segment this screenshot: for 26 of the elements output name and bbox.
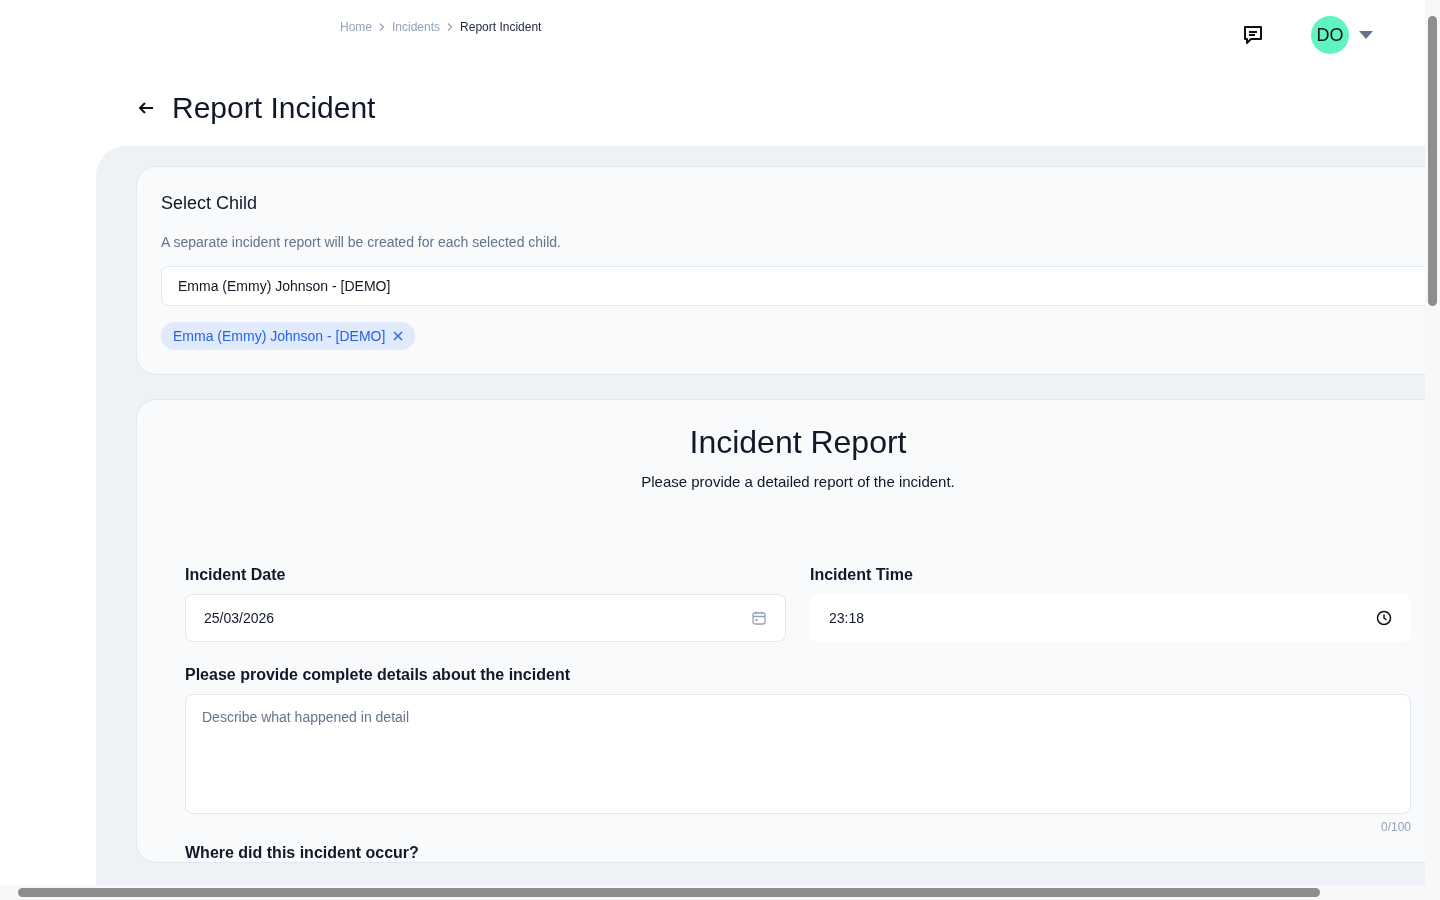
user-avatar[interactable]: DO (1311, 16, 1349, 54)
child-select-field[interactable]: Emma (Emmy) Johnson - [DEMO] (161, 266, 1425, 306)
details-textarea[interactable]: Describe what happened in detail (185, 694, 1411, 814)
section-hint: A separate incident report will be created for each selected child. (161, 234, 562, 250)
close-icon[interactable] (393, 331, 404, 341)
time-field[interactable]: 23:18 (810, 594, 1411, 642)
horizontal-scrollbar[interactable] (0, 885, 1440, 900)
section-title: Select Child (161, 193, 259, 214)
field-label: Incident Date (185, 566, 287, 584)
page-title: Report Incident (172, 91, 376, 125)
calendar-icon[interactable] (751, 610, 767, 626)
vertical-scrollbar[interactable] (1425, 0, 1440, 885)
clock-icon[interactable] (1376, 610, 1392, 626)
date-field[interactable]: 25/03/2026 (185, 594, 786, 642)
field-label: Please provide complete details about the incident (185, 666, 571, 684)
character-counter: 0/100 (1379, 820, 1411, 834)
chevron-right-icon (378, 23, 386, 31)
chip-label: Emma (Emmy) Johnson - [DEMO] (173, 328, 386, 344)
chevron-right-icon (446, 23, 455, 31)
form-title: Incident Report (688, 424, 908, 461)
message-icon[interactable] (1242, 24, 1264, 46)
caret-icon[interactable] (1359, 31, 1373, 39)
breadcrumb-current: Report Incident (460, 20, 542, 34)
question-label: Where did this incident occur? (185, 844, 420, 862)
form-subtitle: Please provide a detailed report of the incident. (640, 473, 956, 490)
field-label: Incident Time (810, 566, 914, 584)
